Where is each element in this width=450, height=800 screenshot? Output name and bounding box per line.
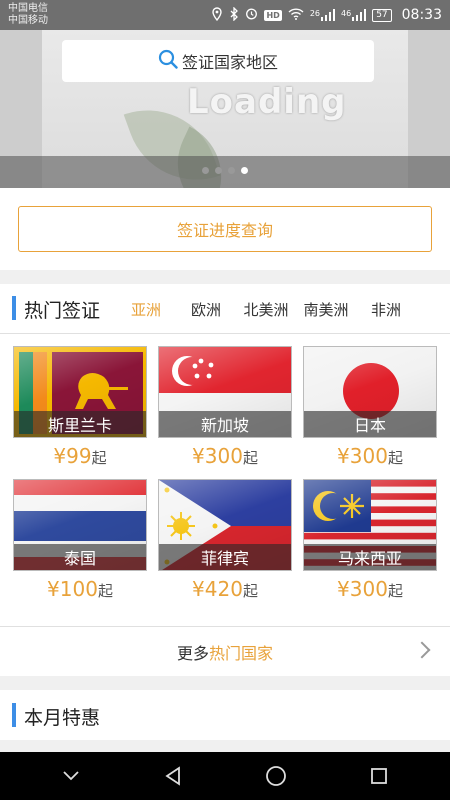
country-price: ¥300起 [158, 444, 292, 468]
monthly-specials-section: 本月特惠 [0, 690, 450, 740]
search-input[interactable]: 签证国家地区 [62, 40, 374, 82]
country-price: ¥100起 [13, 577, 147, 601]
carousel-dot[interactable] [228, 167, 235, 174]
price-suffix: 起 [387, 449, 403, 467]
country-card-philippines[interactable]: 菲律宾 ¥420起 [158, 479, 292, 601]
flag-malaysia: 马来西亚 [303, 479, 437, 571]
bluetooth-icon [229, 5, 239, 24]
tab-north-america[interactable]: 北美洲 [236, 284, 296, 334]
nav-recents-button[interactable] [359, 756, 399, 796]
country-name: 新加坡 [159, 411, 291, 437]
hot-visa-section: 热门签证 亚洲 欧洲 北美洲 南美洲 非洲 斯里兰卡 ¥99起 新加坡 ¥300… [0, 284, 450, 676]
carousel-dots [0, 167, 450, 174]
query-section: 签证进度查询 [0, 188, 450, 270]
search-icon [158, 49, 178, 73]
status-bar: 中国电信 中国移动 HD 26 46 57 08:33 [0, 0, 450, 30]
alarm-icon [245, 7, 258, 23]
country-card-japan[interactable]: 日本 ¥300起 [303, 346, 437, 468]
more-highlight: 热门国家 [209, 643, 274, 663]
region-tabs: 亚洲 欧洲 北美洲 南美洲 非洲 [116, 284, 416, 334]
monthly-specials-title: 本月特惠 [24, 707, 101, 729]
country-name: 斯里兰卡 [14, 411, 146, 437]
nav-collapse-button[interactable] [51, 756, 91, 796]
chevron-down-icon [63, 771, 79, 781]
price-value: ¥99 [53, 444, 92, 468]
carrier-info: 中国电信 中国移动 [8, 3, 48, 27]
country-name: 马来西亚 [304, 544, 436, 570]
tab-africa[interactable]: 非洲 [356, 284, 416, 334]
country-card-sri-lanka[interactable]: 斯里兰卡 ¥99起 [13, 346, 147, 468]
price-suffix: 起 [242, 582, 258, 600]
signal-2-icon: 46 [341, 9, 367, 21]
carousel-dot[interactable] [215, 167, 222, 174]
carrier-2: 中国移动 [8, 15, 48, 26]
clock: 08:33 [401, 7, 442, 23]
nav-back-button[interactable] [154, 756, 194, 796]
section-marker [12, 703, 16, 727]
price-suffix: 起 [97, 582, 113, 600]
hd-icon: HD [264, 9, 282, 21]
flag-sri-lanka: 斯里兰卡 [13, 346, 147, 438]
country-name: 菲律宾 [159, 544, 291, 570]
hot-visa-header: 热门签证 亚洲 欧洲 北美洲 南美洲 非洲 [0, 284, 450, 334]
country-price: ¥300起 [303, 444, 437, 468]
back-triangle-icon [165, 766, 180, 786]
carrier-1: 中国电信 [8, 3, 48, 14]
price-suffix: 起 [242, 449, 258, 467]
chevron-right-icon [413, 641, 431, 659]
nav-home-button[interactable] [256, 756, 296, 796]
section-marker [12, 296, 16, 320]
country-name: 泰国 [14, 544, 146, 570]
battery-indicator: 57 [372, 8, 392, 22]
country-card-thailand[interactable]: 泰国 ¥100起 [13, 479, 147, 601]
location-icon [211, 6, 223, 24]
more-prefix: 更多 [176, 643, 209, 663]
flag-thailand: 泰国 [13, 479, 147, 571]
more-hot-countries-link[interactable]: 更多 热门国家 [0, 626, 450, 676]
visa-progress-query-button[interactable]: 签证进度查询 [18, 206, 432, 252]
country-price: ¥420起 [158, 577, 292, 601]
tab-asia[interactable]: 亚洲 [116, 284, 176, 334]
price-value: ¥100 [47, 577, 98, 601]
flag-philippines: 菲律宾 [158, 479, 292, 571]
tab-south-america[interactable]: 南美洲 [296, 284, 356, 334]
flag-japan: 日本 [303, 346, 437, 438]
price-value: ¥300 [337, 577, 388, 601]
status-icons: HD 26 46 57 08:33 [211, 5, 442, 24]
system-nav-bar [0, 752, 450, 800]
tab-europe[interactable]: 欧洲 [176, 284, 236, 334]
network-2-label: 46 [341, 9, 352, 18]
wifi-icon [288, 7, 304, 23]
country-card-malaysia[interactable]: 马来西亚 ¥300起 [303, 479, 437, 601]
country-price: ¥99起 [13, 444, 147, 468]
home-circle-icon [266, 766, 287, 786]
price-value: ¥300 [192, 444, 243, 468]
price-value: ¥300 [337, 444, 388, 468]
signal-1-icon: 26 [310, 9, 335, 21]
carousel-dot[interactable] [202, 167, 209, 174]
country-price: ¥300起 [303, 577, 437, 601]
carousel-dot-active[interactable] [241, 167, 248, 174]
price-value: ¥420 [192, 577, 243, 601]
hot-visa-title: 热门签证 [24, 300, 101, 322]
price-suffix: 起 [91, 449, 107, 467]
country-name: 日本 [304, 411, 436, 437]
search-placeholder: 签证国家地区 [181, 53, 278, 72]
price-suffix: 起 [387, 582, 403, 600]
country-card-singapore[interactable]: 新加坡 ¥300起 [158, 346, 292, 468]
recents-square-icon [370, 768, 387, 784]
loading-placeholder-text: Loading [187, 82, 347, 122]
network-1-label: 26 [309, 9, 320, 18]
flag-singapore: 新加坡 [158, 346, 292, 438]
